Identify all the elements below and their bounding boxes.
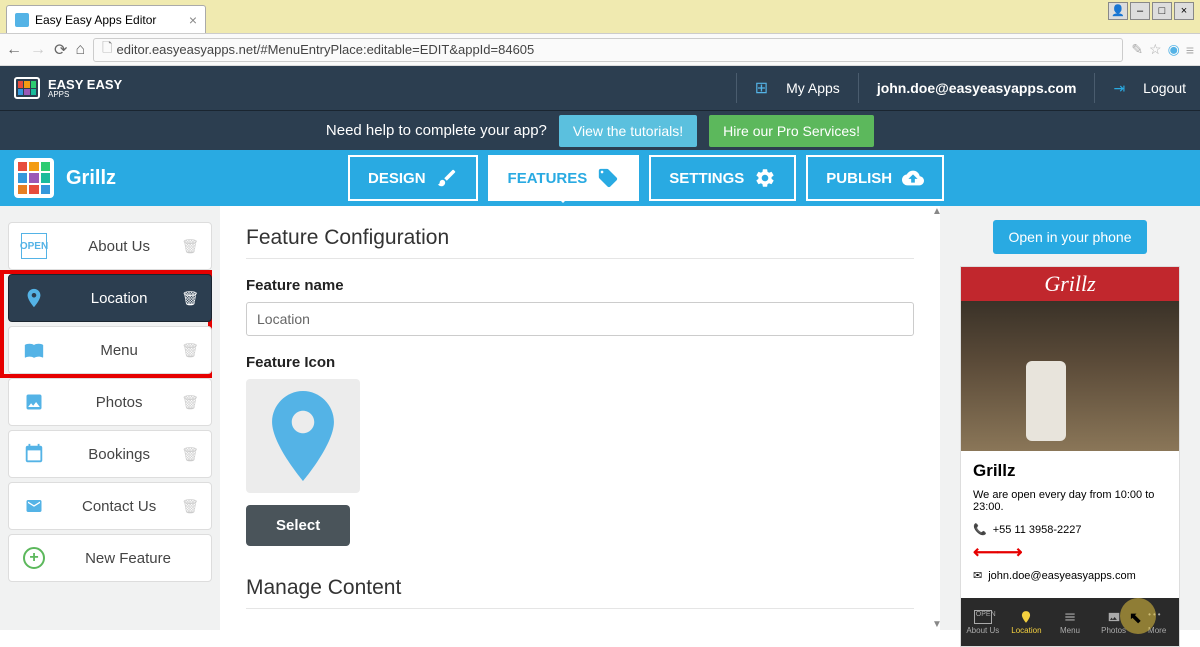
- plus-icon: +: [23, 547, 45, 569]
- sidebar-item-label: Photos: [57, 394, 181, 411]
- browser-tab[interactable]: Easy Easy Apps Editor ×: [6, 5, 206, 33]
- phone-icon: 📞: [973, 523, 987, 536]
- home-icon[interactable]: ⌂: [75, 41, 85, 59]
- open-sign-icon: OPEN: [21, 233, 47, 259]
- phone-number: +55 11 3958-2227: [993, 524, 1082, 536]
- tab-title: Easy Easy Apps Editor: [35, 13, 156, 27]
- phone-title: Grillz: [973, 461, 1167, 481]
- close-tab-icon[interactable]: ×: [189, 12, 197, 28]
- sidebar-item-label: New Feature: [57, 550, 199, 567]
- pin-icon: [21, 285, 47, 311]
- annotation-arrow-icon: ⟵⟶: [973, 542, 1021, 563]
- section-heading: Manage Content: [246, 576, 914, 609]
- phone-hero-image: [961, 301, 1179, 451]
- close-window-icon[interactable]: ×: [1174, 2, 1194, 20]
- apps-grid-icon[interactable]: ⊞: [755, 78, 768, 98]
- trash-icon[interactable]: 🗑: [181, 498, 199, 515]
- cursor-icon: ⬉: [1129, 608, 1142, 628]
- book-icon: [21, 337, 47, 363]
- location-pin-icon: [268, 391, 338, 481]
- bookmark-icon[interactable]: ☆: [1149, 41, 1162, 58]
- reload-icon[interactable]: ⟳: [54, 40, 67, 60]
- envelope-icon: ✉: [973, 569, 982, 582]
- sidebar-item-photos[interactable]: Photos 🗑: [8, 378, 212, 426]
- feature-name-label: Feature name: [246, 277, 914, 294]
- sidebar-item-label: Bookings: [57, 446, 181, 463]
- help-text: Need help to complete your app?: [326, 122, 547, 139]
- tutorials-button[interactable]: View the tutorials!: [559, 115, 697, 147]
- app-logo-icon[interactable]: [14, 158, 54, 198]
- open-in-phone-button[interactable]: Open in your phone: [993, 220, 1148, 254]
- select-icon-button[interactable]: Select: [246, 505, 350, 546]
- user-icon[interactable]: 👤: [1108, 2, 1128, 20]
- sidebar-item-label: Menu: [57, 342, 181, 359]
- phone-email: john.doe@easyeasyapps.com: [988, 570, 1136, 582]
- trash-icon[interactable]: 🗑: [181, 394, 199, 411]
- extension-icon[interactable]: ◉: [1168, 41, 1180, 58]
- tags-icon: [597, 167, 619, 189]
- phone-nav-location[interactable]: Location: [1005, 598, 1049, 646]
- phone-app-header: Grillz: [961, 267, 1179, 301]
- gear-icon: [754, 167, 776, 189]
- brush-icon: [436, 167, 458, 189]
- page-icon: 🗋: [102, 39, 112, 61]
- phone-frame: Grillz Grillz We are open every day from…: [960, 266, 1180, 647]
- url-input[interactable]: 🗋 editor.easyeasyapps.net/#MenuEntryPlac…: [93, 38, 1123, 62]
- features-sidebar: OPEN About Us 🗑 Location 🗑 Menu 🗑 Photos…: [0, 206, 220, 630]
- trash-icon[interactable]: 🗑: [181, 238, 199, 255]
- app-name: Grillz: [66, 167, 116, 190]
- sidebar-item-about-us[interactable]: OPEN About Us 🗑: [8, 222, 212, 270]
- sidebar-item-menu[interactable]: Menu 🗑: [8, 326, 212, 374]
- trash-icon[interactable]: 🗑: [181, 342, 199, 359]
- sidebar-item-new-feature[interactable]: + New Feature: [8, 534, 212, 582]
- wand-icon[interactable]: ✎: [1131, 41, 1143, 58]
- phone-nav-about[interactable]: OPENAbout Us: [961, 598, 1005, 646]
- tab-publish[interactable]: PUBLISH: [806, 155, 944, 201]
- menu-icon[interactable]: ≡: [1186, 42, 1194, 58]
- tab-design[interactable]: DESIGN: [348, 155, 478, 201]
- calendar-icon: [21, 441, 47, 467]
- sidebar-item-location[interactable]: Location 🗑: [8, 274, 212, 322]
- trash-icon[interactable]: 🗑: [181, 446, 199, 463]
- phone-hours: We are open every day from 10:00 to 23:0…: [973, 489, 1167, 513]
- logout-link[interactable]: Logout: [1143, 80, 1186, 96]
- scrollbar[interactable]: ▲▼: [932, 206, 940, 630]
- sidebar-item-label: Location: [57, 290, 181, 307]
- cloud-upload-icon: [902, 167, 924, 189]
- maximize-icon[interactable]: □: [1152, 2, 1172, 20]
- feature-icon-label: Feature Icon: [246, 354, 914, 371]
- url-text: editor.easyeasyapps.net/#MenuEntryPlace:…: [117, 42, 535, 57]
- sidebar-item-bookings[interactable]: Bookings 🗑: [8, 430, 212, 478]
- minimize-icon[interactable]: –: [1130, 2, 1150, 20]
- feature-config-panel: Feature Configuration Feature name Featu…: [220, 206, 940, 630]
- hire-button[interactable]: Hire our Pro Services!: [709, 115, 874, 147]
- image-icon: [21, 389, 47, 415]
- section-heading: Feature Configuration: [246, 226, 914, 259]
- phone-nav-menu[interactable]: Menu: [1048, 598, 1092, 646]
- favicon: [15, 13, 29, 27]
- user-email[interactable]: john.doe@easyeasyapps.com: [877, 80, 1077, 96]
- logout-icon[interactable]: ⇥: [1113, 80, 1125, 97]
- help-bar: Need help to complete your app? View the…: [0, 110, 1200, 150]
- sidebar-item-contact-us[interactable]: Contact Us 🗑: [8, 482, 212, 530]
- brand-line2: APPS: [48, 91, 122, 99]
- back-icon[interactable]: ←: [6, 41, 22, 59]
- forward-icon: →: [30, 41, 46, 59]
- trash-icon[interactable]: 🗑: [181, 290, 199, 307]
- phone-preview-panel: Open in your phone Grillz Grillz We are …: [940, 206, 1200, 630]
- sidebar-item-label: Contact Us: [57, 498, 181, 515]
- brand-logo[interactable]: EASY EASYAPPS: [14, 77, 122, 99]
- tab-settings[interactable]: SETTINGS: [649, 155, 796, 201]
- tab-features[interactable]: FEATURES: [488, 155, 640, 201]
- feature-name-input[interactable]: [246, 302, 914, 336]
- app-header: EASY EASYAPPS ⊞ My Apps john.doe@easyeas…: [0, 66, 1200, 110]
- sidebar-item-label: About Us: [57, 238, 181, 255]
- icon-preview: [246, 379, 360, 493]
- my-apps-link[interactable]: My Apps: [786, 80, 840, 96]
- envelope-icon: [21, 493, 47, 519]
- editor-nav: Grillz DESIGN FEATURES SETTINGS PUBLISH: [0, 150, 1200, 206]
